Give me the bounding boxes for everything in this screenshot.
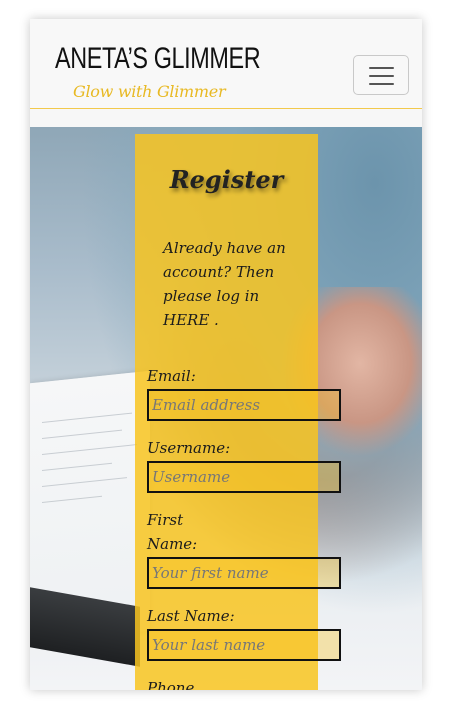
first-name-label-line1: First <box>147 511 184 529</box>
phone-label: Phone <box>147 679 195 690</box>
brand-title: ANETA’S GLIMMER <box>55 42 261 75</box>
register-form: Register Already have an account? Then p… <box>135 134 341 690</box>
email-label: Email: <box>147 367 196 385</box>
register-title: Register <box>169 165 284 194</box>
brand-logo[interactable]: ANETA’S GLIMMER Glow with Glimmer <box>55 41 261 105</box>
mobile-viewport: ANETA’S GLIMMER Glow with Glimmer Regist… <box>30 19 422 690</box>
navbar-toggle-button[interactable] <box>353 55 409 95</box>
hamburger-menu-icon <box>369 67 394 85</box>
navbar: ANETA’S GLIMMER Glow with Glimmer <box>30 19 422 109</box>
first-name-input[interactable] <box>147 557 341 589</box>
brand-tagline: Glow with Glimmer <box>73 82 226 101</box>
last-name-label: Last Name: <box>147 607 235 625</box>
register-intro: Already have an account? Then please log… <box>163 236 303 332</box>
email-input[interactable] <box>147 389 341 421</box>
intro-text: Already have an account? Then please log… <box>163 239 286 305</box>
login-link[interactable]: HERE <box>163 311 209 329</box>
first-name-label-line2: Name: <box>147 535 198 553</box>
username-input[interactable] <box>147 461 341 493</box>
intro-suffix: . <box>209 311 219 329</box>
last-name-input[interactable] <box>147 629 341 661</box>
username-label: Username: <box>147 439 231 457</box>
